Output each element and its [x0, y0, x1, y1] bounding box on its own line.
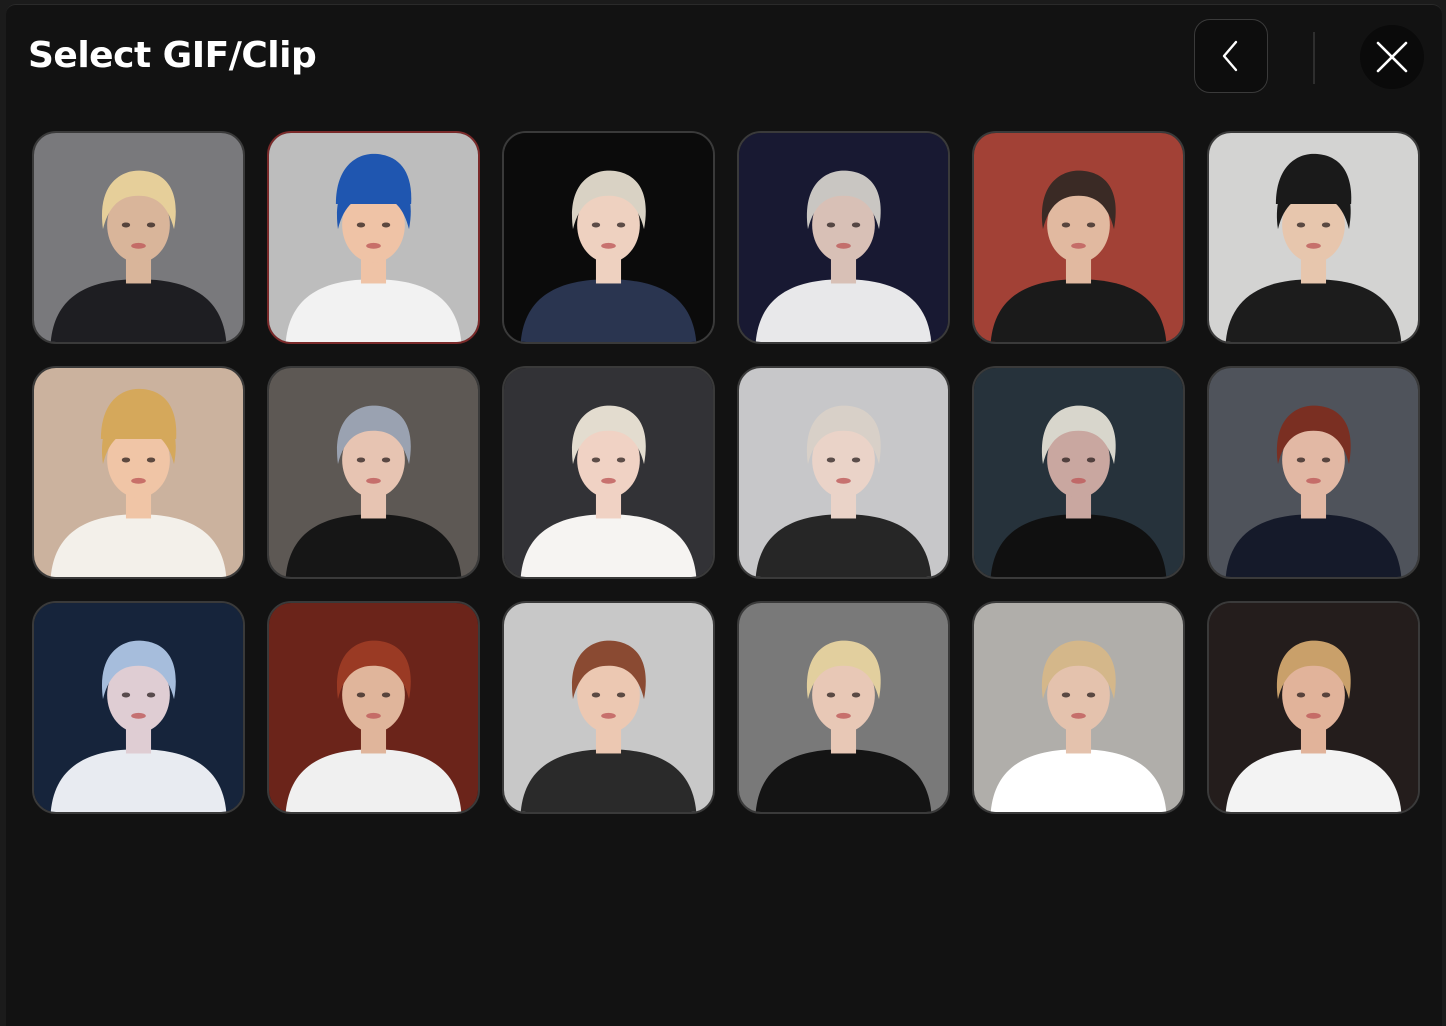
clip-thumbnail[interactable] — [972, 601, 1185, 814]
gif-picker-modal: Select GIF/Clip — [6, 4, 1442, 1026]
clip-preview-image — [34, 133, 243, 342]
clip-preview-image — [974, 133, 1183, 342]
clip-thumbnail[interactable] — [972, 366, 1185, 579]
clip-preview-image — [739, 603, 948, 812]
clip-preview-image — [739, 368, 948, 577]
clip-preview-image — [1209, 133, 1418, 342]
clip-preview-image — [269, 133, 478, 342]
clip-preview-image — [739, 133, 948, 342]
clip-thumbnail[interactable] — [502, 131, 715, 344]
clip-thumbnail[interactable] — [1207, 131, 1420, 344]
clip-thumbnail[interactable] — [972, 131, 1185, 344]
clip-thumbnail[interactable] — [502, 601, 715, 814]
clip-preview-image — [974, 603, 1183, 812]
clip-preview-image — [269, 368, 478, 577]
clip-preview-image — [504, 368, 713, 577]
chevron-left-icon — [1222, 40, 1238, 72]
clip-thumbnail[interactable] — [737, 131, 950, 344]
clip-thumbnail[interactable] — [32, 366, 245, 579]
clip-preview-image — [269, 603, 478, 812]
clip-thumbnail[interactable] — [267, 366, 480, 579]
clip-thumbnail[interactable] — [737, 601, 950, 814]
clip-thumbnail[interactable] — [32, 601, 245, 814]
clip-thumbnail[interactable] — [737, 366, 950, 579]
clip-preview-image — [504, 133, 713, 342]
clip-thumbnail[interactable] — [502, 366, 715, 579]
clip-preview-image — [1209, 603, 1418, 812]
clip-preview-image — [974, 368, 1183, 577]
clip-preview-image — [1209, 368, 1418, 577]
clip-preview-image — [34, 603, 243, 812]
close-icon — [1376, 41, 1408, 73]
clip-thumbnail[interactable] — [267, 601, 480, 814]
clip-preview-image — [34, 368, 243, 577]
clip-thumbnail[interactable] — [32, 131, 245, 344]
modal-title: Select GIF/Clip — [28, 35, 317, 76]
clip-thumbnail[interactable] — [267, 131, 480, 344]
clip-thumbnail[interactable] — [1207, 601, 1420, 814]
back-button[interactable] — [1194, 19, 1268, 93]
clip-thumbnail[interactable] — [1207, 366, 1420, 579]
clip-preview-image — [504, 603, 713, 812]
close-button[interactable] — [1360, 25, 1424, 89]
header-divider — [1313, 32, 1315, 84]
clip-grid — [32, 131, 1420, 814]
